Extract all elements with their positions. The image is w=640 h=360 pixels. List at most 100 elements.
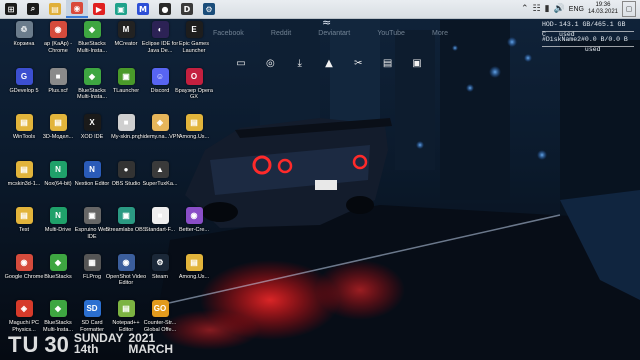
obs-icon: ● — [159, 3, 171, 15]
link-deviantart[interactable]: Deviantart — [318, 30, 350, 37]
disk-label: HOD-C — [542, 21, 558, 38]
app-icon: N — [49, 160, 67, 178]
app-icon: N — [83, 160, 101, 178]
scissors-icon[interactable]: ✂ — [351, 56, 365, 70]
app-icon: ◉ — [117, 253, 135, 271]
disk-label: #DiskName2# — [542, 36, 585, 43]
app-icon: ▤ — [15, 160, 33, 178]
taskbar-steam[interactable]: ⚙ — [198, 0, 220, 18]
app-icon: GO — [151, 300, 169, 317]
download-icon[interactable]: ⤓ — [293, 56, 307, 70]
taskbar-file-explorer[interactable]: ▤ — [44, 0, 66, 18]
date-month-block: 2021 MARCH — [128, 332, 174, 356]
app-icon: ◆ — [83, 67, 101, 85]
link-more[interactable]: More — [432, 30, 448, 37]
app-icon: ▣ — [83, 207, 101, 224]
taskbar-app-db[interactable]: D — [176, 0, 198, 18]
battery-icon[interactable]: ▮ — [545, 4, 550, 14]
app-icon: E — [185, 21, 203, 38]
taskbar: ⊞ ⌕ ▤ ◉ ▶ ▣ M ● D ⚙ ⌃ ☷ ▮ 🔊 ENG 19:36 14.03.2021 … — [0, 0, 640, 19]
app-icon: ◆ — [83, 21, 101, 38]
app-icon: ▤ — [117, 300, 135, 317]
app-icon: ◉ — [185, 207, 203, 224]
desktop-icon[interactable]: O Браузер Opera GX — [174, 67, 214, 114]
desktop-icon[interactable]: E Epic Games Launcher — [174, 21, 214, 67]
date-weekday-block: SUNDAY 14th — [73, 332, 124, 356]
app-icon: O — [185, 67, 203, 85]
desktop-icon-label: Among.Us... — [178, 134, 210, 140]
app-green-icon: ▣ — [115, 3, 127, 15]
notification-button[interactable]: ▢ — [622, 1, 636, 17]
app-icon: ⚙ — [151, 253, 169, 271]
app-icon: ◈ — [15, 300, 33, 317]
app-icon: N — [49, 207, 67, 224]
taskbar-app-green[interactable]: ▣ — [110, 0, 132, 18]
app-icon: ☺ — [151, 67, 169, 85]
app-icon: ◆ — [49, 300, 67, 317]
chevron-up-icon[interactable]: ⌃ — [521, 4, 529, 14]
notepad-icon[interactable]: ▤ — [381, 56, 395, 70]
date-day-number: 30 — [44, 332, 69, 357]
app-icon: ▲ — [151, 160, 169, 178]
date-day-abbr: TU — [8, 332, 40, 357]
link-youtube[interactable]: YouTube — [377, 30, 405, 37]
taskbar-obs[interactable]: ● — [154, 0, 176, 18]
app-icon: ◐ — [151, 21, 169, 38]
date-ordinal: 14th — [73, 342, 99, 356]
app-icon: ■ — [117, 114, 135, 131]
app-icon: ▣ — [117, 207, 135, 224]
language-indicator[interactable]: ENG — [569, 6, 584, 13]
taskbar-app-m[interactable]: M — [132, 0, 154, 18]
app-icon: ◈ — [151, 114, 169, 131]
desktop-icon-label: Better-Cre... — [179, 227, 209, 233]
volume-icon[interactable]: 🔊 — [554, 4, 565, 14]
steam-icon: ⚙ — [203, 3, 215, 15]
youtube-icon: ▶ — [93, 3, 105, 15]
app-icon: ■ — [49, 67, 67, 85]
tray-date: 14.03.2021 — [587, 9, 618, 15]
window-icon[interactable]: ▣ — [410, 56, 424, 70]
app-icon: ◉ — [15, 253, 33, 271]
disk-usage: 0.0 B/0.0 B used — [584, 36, 628, 53]
disk-bar — [542, 31, 634, 32]
app-icon: ▤ — [15, 207, 33, 224]
link-reddit[interactable]: Reddit — [271, 30, 291, 37]
desktop-icon[interactable]: ▤ Among.Us... — [174, 114, 214, 160]
app-icon: ▤ — [49, 114, 67, 131]
taskbar-chrome[interactable]: ◉ — [66, 0, 88, 18]
start-button[interactable]: ⊞ — [0, 0, 22, 18]
desktop-icon-label: Браузер Opera GX — [175, 87, 213, 101]
desktop-icon[interactable]: ◉ Better-Cre... — [174, 207, 214, 253]
file-explorer-icon: ▤ — [49, 3, 61, 15]
tray-clock[interactable]: 19:36 14.03.2021 — [588, 2, 618, 16]
vlc-icon[interactable]: ▲ — [322, 56, 336, 70]
monitor-icon[interactable]: ▭ — [234, 56, 248, 70]
taskbar-youtube[interactable]: ▶ — [88, 0, 110, 18]
app-m-icon: M — [137, 3, 149, 15]
app-icon: ◆ — [49, 253, 67, 271]
app-icon: ■ — [151, 207, 169, 224]
desktop-icon-grid: ♲ Корзина ◉ ap (KaAp) - Chrome ◆ BlueStacks M… — [0, 18, 220, 360]
chrome-icon[interactable]: ◎ — [263, 56, 277, 70]
disk-usage: 143.1 GB/465.1 GB used — [559, 21, 626, 38]
date-widget: TU 30 SUNDAY 14th 2021 MARCH — [8, 332, 173, 358]
date-month: MARCH — [128, 342, 174, 356]
app-icon: ▣ — [117, 67, 135, 85]
network-icon[interactable]: ☷ — [533, 4, 541, 14]
desktop-icon[interactable]: ▤ Among.Us... — [174, 253, 214, 300]
start-icon: ⊞ — [5, 3, 17, 15]
search-button[interactable]: ⌕ — [22, 0, 44, 18]
app-icon: ● — [117, 160, 135, 178]
app-icon: M — [117, 21, 135, 38]
app-db-icon: D — [181, 3, 193, 15]
disk-row: HOD-C 143.1 GB/465.1 GB used — [542, 20, 634, 38]
desktop-icon-label: SuperTuxKa... — [142, 180, 178, 187]
app-icon: ♲ — [15, 21, 33, 38]
app-icon: ◉ — [49, 21, 67, 38]
desktop-icon[interactable]: ▲ SuperTuxKa... — [140, 160, 180, 207]
quick-links: Facebook Reddit Deviantart YouTube More — [213, 30, 448, 37]
search-icon: ⌕ — [27, 3, 39, 15]
app-icon: ▤ — [185, 253, 203, 271]
app-icon: G — [15, 67, 33, 85]
app-icon: ▦ — [83, 253, 101, 271]
